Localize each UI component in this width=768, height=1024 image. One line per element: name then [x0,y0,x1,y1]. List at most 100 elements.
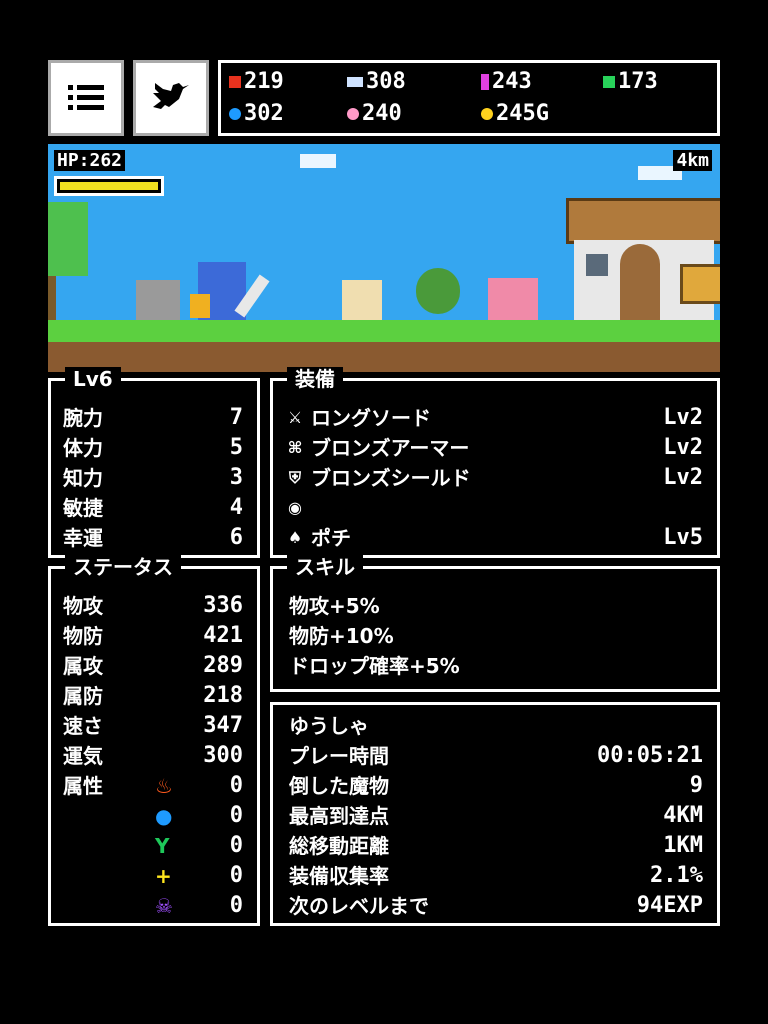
equipment-level: Lv2 [663,465,703,490]
stat-label: 腕力 [63,406,103,430]
game-scene: HP:262 4km [48,144,720,372]
red-gem-icon [229,75,241,88]
resource-red: 219 [229,69,284,94]
dark-icon: ☠ [155,894,173,918]
list-icon [68,85,104,110]
hp-bar [54,176,164,196]
resource-green: 173 [603,69,658,94]
level-stat-row: 体力 5 [51,433,257,463]
holy-icon: + [155,864,172,888]
hp-label: HP:262 [54,150,126,171]
level-title: Lv6 [65,367,121,391]
info-value: 1KM [663,833,703,858]
info-label: 総移動距離 [289,834,389,858]
info-row: 最高到達点 4KM [273,801,717,831]
stat-label: 物防 [63,624,103,648]
equipment-row[interactable]: ⚔ ロングソード Lv2 [273,403,717,433]
attribute-row: ☠ 0 [51,891,257,921]
menu-button[interactable] [48,60,124,136]
stat-label: 運気 [63,744,103,768]
stat-value: 289 [203,653,243,678]
skill-text: 物防+10% [289,624,394,648]
skill-title: スキル [287,555,363,579]
tree [48,202,88,276]
equipment-title: 装備 [287,367,343,391]
equipment-level: Lv2 [663,405,703,430]
fire-icon: ♨ [155,774,173,798]
info-row: 装備収集率 2.1% [273,861,717,891]
skill-text: 物攻+5% [289,594,380,618]
accessory-icon: ◉ [288,498,302,517]
info-row: プレー時間 00:05:21 [273,741,717,771]
skill-panel: スキル 物攻+5% 物防+10% ドロップ確率+5% [270,555,720,692]
status-row: 物攻 336 [51,591,257,621]
enemy-pig [488,278,538,320]
equipment-row[interactable]: ◉ [273,493,717,523]
stat-label: 属防 [63,684,103,708]
stat-label: 敏捷 [63,496,103,520]
status-title: ステータス [65,555,181,579]
info-value: 4KM [663,803,703,828]
stat-label: 体力 [63,436,103,460]
attribute-value: 0 [229,863,243,888]
info-value: 9 [689,773,703,798]
blue-drop-icon [229,107,241,120]
info-panel: ゆうしゃプレー時間 00:05:21 倒した魔物 9 最高到達点 4KM 総移動距離 1KM 装… [270,702,720,926]
equipment-name: ブロンズアーマー [311,436,470,460]
armor-icon: ⌘ [287,438,303,457]
gold-coin-icon [481,107,493,120]
status-row: 運気 300 [51,741,257,771]
hero-shield [190,294,210,318]
attribute-row: 属性 ♨ 0 [51,771,257,801]
house-door [620,244,660,320]
distance-label: 4km [673,150,712,171]
level-panel: Lv6 腕力 7 体力 5 知力 3 敏捷 4 幸運 6 [48,367,260,558]
skill-row: 物防+10% [273,621,717,651]
pet-icon: ♠ [287,528,303,547]
info-value: 94EXP [636,893,703,918]
equipment-name: ブロンズシールド [311,466,471,490]
stat-label: 幸運 [63,526,103,550]
info-row: 総移動距離 1KM [273,831,717,861]
status-row: 属攻 289 [51,651,257,681]
info-value: 00:05:21 [597,743,703,768]
skill-row: ドロップ確率+5% [273,651,717,681]
enemy-slime [416,268,460,314]
house-roof [566,198,720,244]
equipment-row[interactable]: ⛨ ブロンズシールド Lv2 [273,463,717,493]
equipment-name: ロングソード [311,406,431,430]
equipment-name: ポチ [311,526,351,550]
twitter-button[interactable] [133,60,209,136]
dirt [48,342,720,372]
status-panel: ステータス 物攻 336 物防 421 属攻 289 属防 218 速さ 347 運気 300 属性 ♨ 0… [48,555,260,926]
shield-icon: ⛨ [288,468,301,487]
level-stat-row: 腕力 7 [51,403,257,433]
tree-trunk [48,276,56,320]
hero-name: ゆうしゃ [289,714,369,738]
skill-row: 物攻+5% [273,591,717,621]
resources-panel: 219 308 243 173 302 240 245G [218,60,720,136]
stat-value: 4 [229,495,243,520]
stat-value: 421 [203,623,243,648]
equipment-row[interactable]: ♠ ポチ Lv5 [273,523,717,553]
diamond-icon [347,76,363,87]
shop-sign[interactable] [680,264,720,304]
attribute-value: 0 [229,833,243,858]
info-row: 倒した魔物 9 [273,771,717,801]
info-label: 倒した魔物 [289,774,389,798]
info-label: プレー時間 [289,744,389,768]
purple-crystal-icon [481,73,489,90]
status-row: 速さ 347 [51,711,257,741]
resource-diamond: 308 [347,69,406,94]
pink-orb-icon [347,107,359,120]
attribute-label: 属性 [63,774,103,798]
status-row: 属防 218 [51,681,257,711]
enemy-rabbit [342,280,382,320]
info-label: 装備収集率 [289,864,389,888]
green-gem-icon [603,75,615,88]
equipment-row[interactable]: ⌘ ブロンズアーマー Lv2 [273,433,717,463]
house-window [586,254,608,276]
stat-label: 物攻 [63,594,103,618]
stat-value: 7 [229,405,243,430]
attribute-value: 0 [229,803,243,828]
